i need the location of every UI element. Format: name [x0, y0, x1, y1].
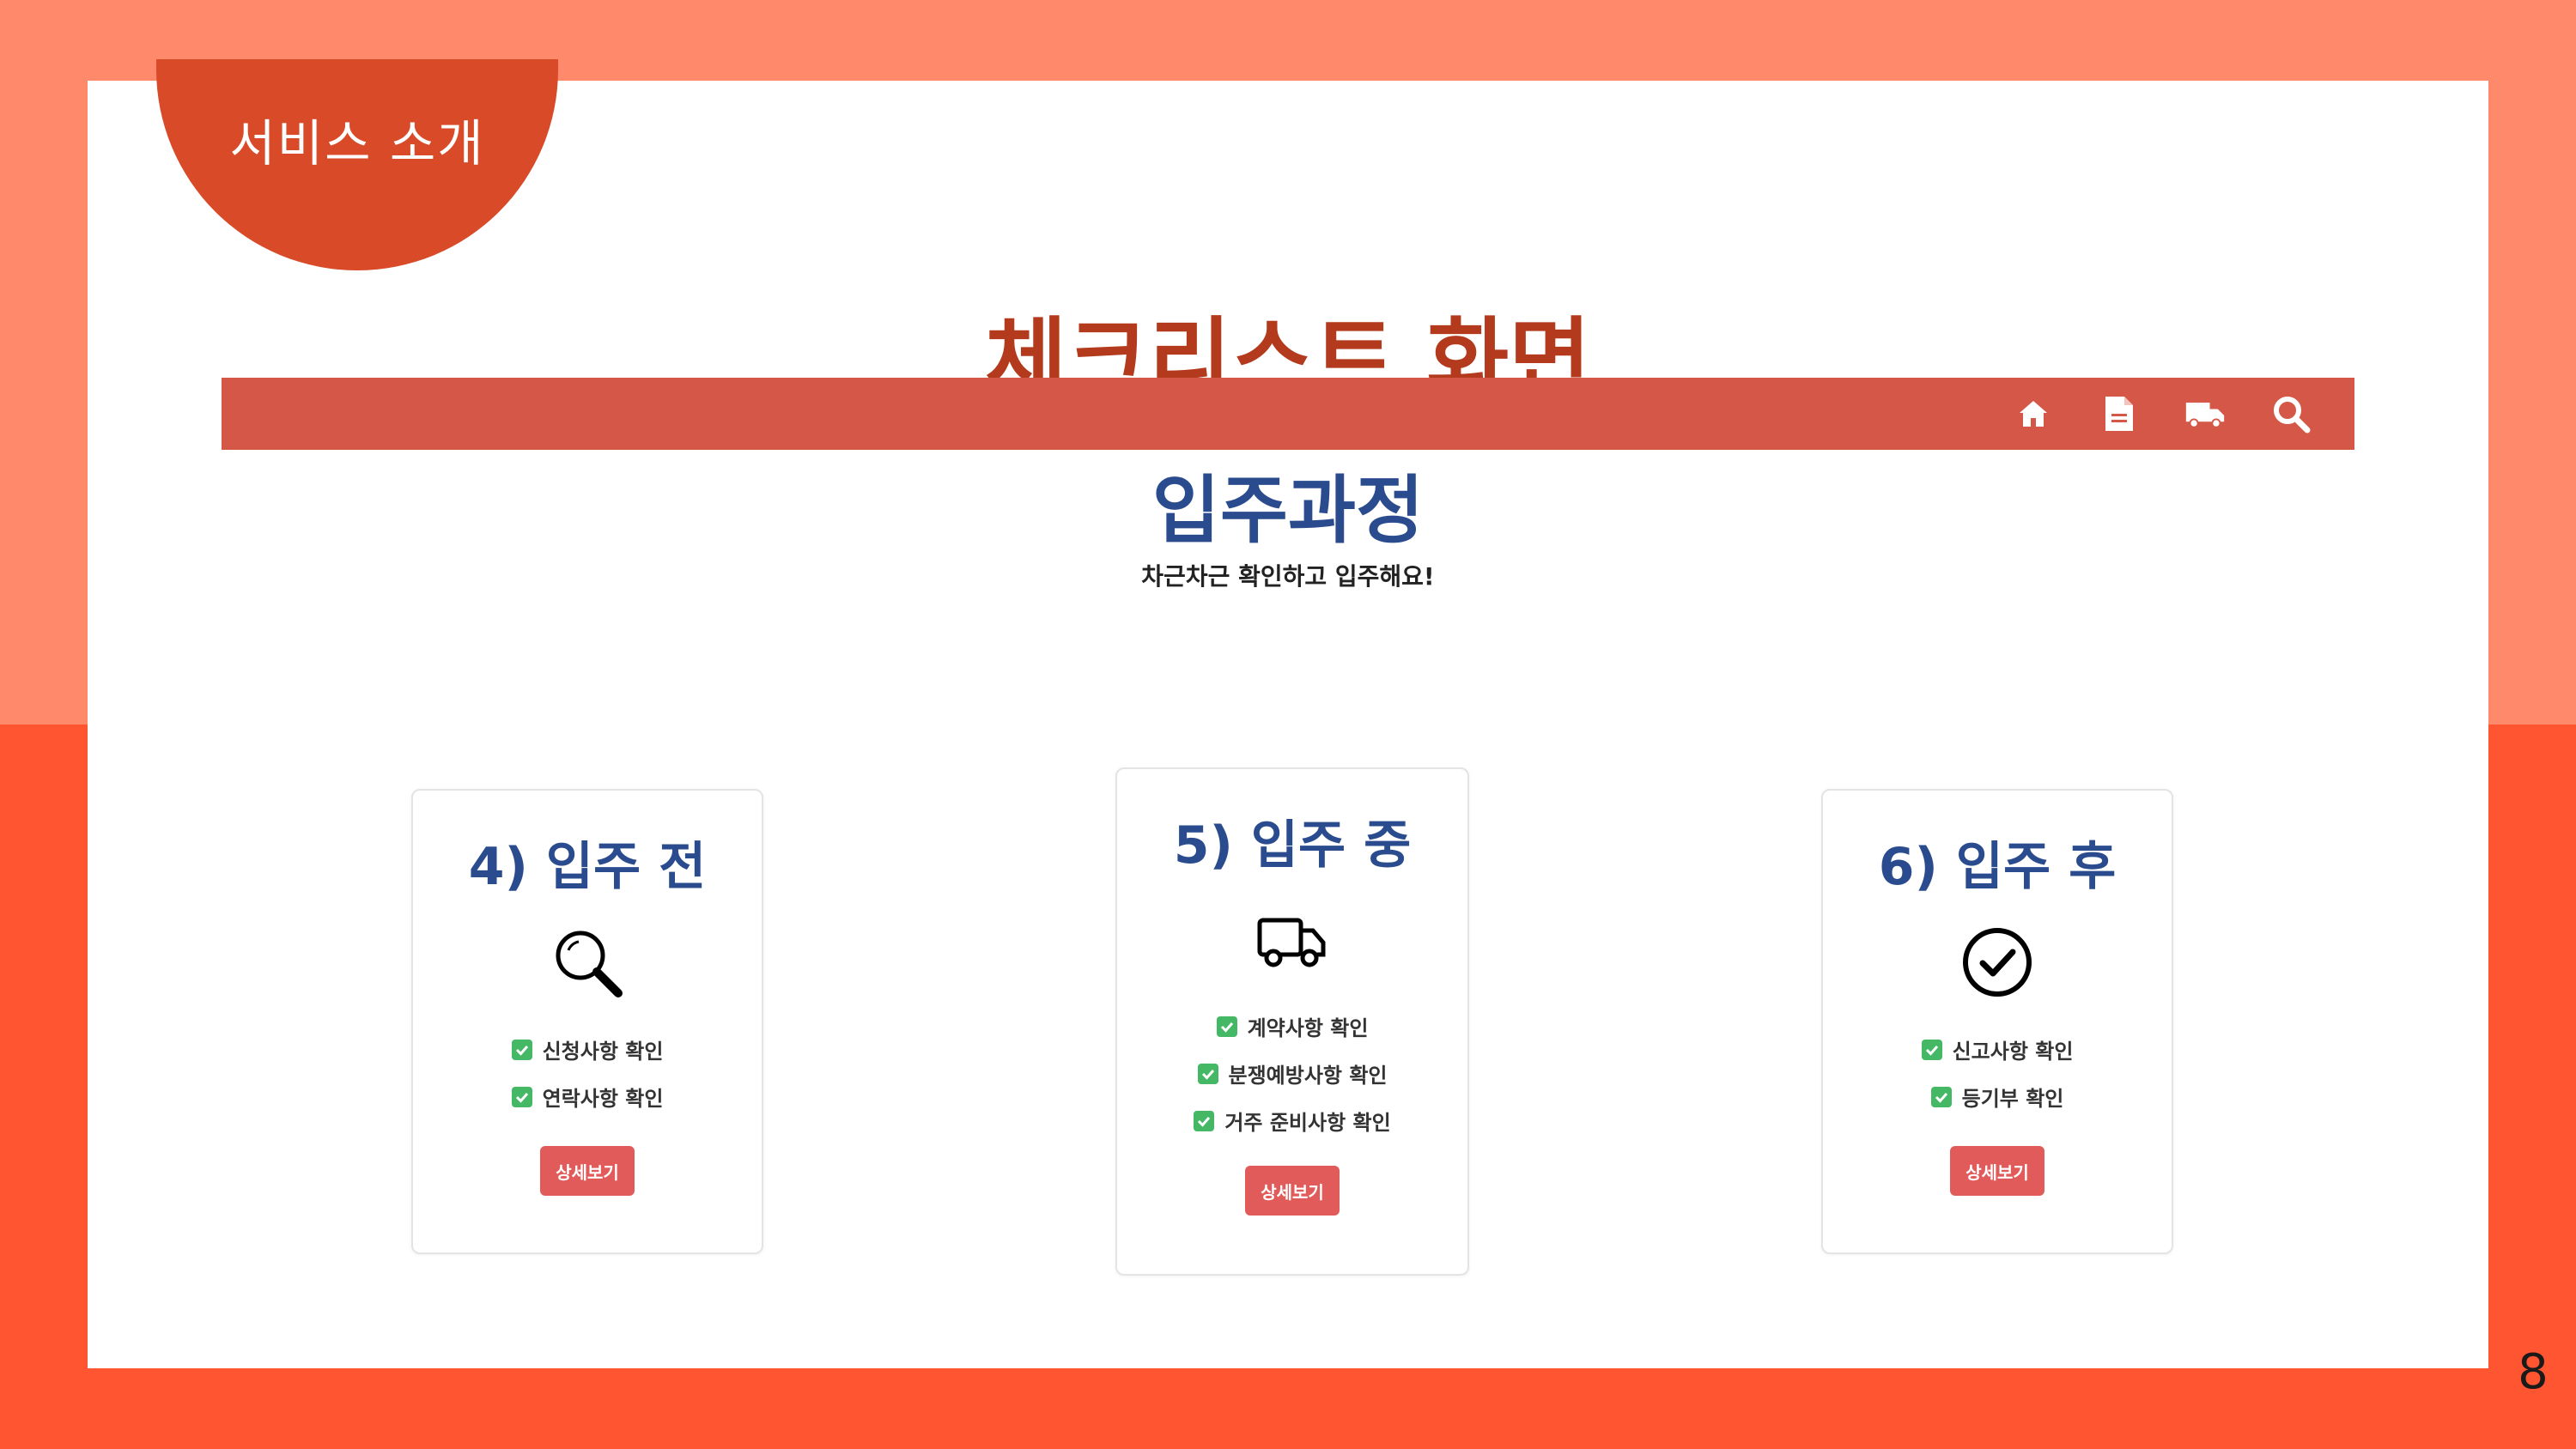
card-title: 5) 입주 중: [1173, 815, 1412, 876]
detail-button[interactable]: 상세보기: [540, 1146, 635, 1196]
checklist-item[interactable]: 신고사항 확인: [1921, 1034, 2074, 1064]
card-title: 6) 입주 후: [1878, 837, 2117, 897]
site-navbar: [222, 378, 2354, 450]
detail-button[interactable]: 상세보기: [1950, 1146, 2044, 1196]
checkbox-icon[interactable]: [1921, 1039, 1942, 1060]
checklist: 신청사항 확인 연락사항 확인: [413, 1034, 762, 1112]
checklist-item-label: 신청사항 확인: [542, 1040, 664, 1064]
checklist-card-during: 5) 입주 중 계약사항 확인 분쟁예방사항 확인 거주 준비사항 확인 상세보…: [1115, 767, 1469, 1276]
checklist-card-before: 4) 입주 전 신청사항 확인 연락사항 확인 상세보기: [411, 789, 763, 1254]
checkbox-icon[interactable]: [1194, 1110, 1215, 1131]
check-circle-icon: [1823, 926, 2172, 998]
home-icon[interactable]: [2013, 393, 2054, 434]
checklist-item[interactable]: 등기부 확인: [1930, 1082, 2064, 1112]
checklist-item-label: 신고사항 확인: [1952, 1040, 2074, 1064]
checklist-card-after: 6) 입주 후 신고사항 확인 등기부 확인 상세보기: [1821, 789, 2173, 1254]
checklist: 계약사항 확인 분쟁예방사항 확인 거주 준비사항 확인: [1117, 1011, 1467, 1136]
checklist: 신고사항 확인 등기부 확인: [1823, 1034, 2172, 1112]
checklist-item[interactable]: 분쟁예방사항 확인: [1197, 1058, 1388, 1088]
checkbox-icon[interactable]: [511, 1086, 532, 1107]
hero-title: 입주과정: [1151, 468, 1425, 554]
checklist-item-label: 거주 준비사항 확인: [1224, 1111, 1391, 1135]
navbar-icons: [2013, 378, 2312, 450]
detail-button[interactable]: 상세보기: [1245, 1166, 1340, 1216]
checklist-item[interactable]: 거주 준비사항 확인: [1194, 1106, 1391, 1136]
checkbox-icon[interactable]: [1216, 1016, 1237, 1037]
checklist-item[interactable]: 신청사항 확인: [511, 1034, 664, 1064]
card-title: 4) 입주 전: [468, 837, 707, 897]
truck-icon[interactable]: [2184, 393, 2226, 434]
truck-icon: [1117, 915, 1467, 970]
magnifier-icon: [413, 926, 762, 998]
checkbox-icon[interactable]: [1197, 1063, 1218, 1084]
checklist-item[interactable]: 연락사항 확인: [511, 1082, 664, 1112]
document-icon[interactable]: [2099, 393, 2140, 434]
checklist-item[interactable]: 계약사항 확인: [1216, 1011, 1369, 1041]
checklist-item-label: 연락사항 확인: [542, 1087, 664, 1111]
checklist-item-label: 분쟁예방사항 확인: [1228, 1064, 1388, 1088]
checkbox-icon[interactable]: [1930, 1086, 1952, 1107]
checkbox-icon[interactable]: [511, 1039, 532, 1060]
page-number: 8: [2518, 1344, 2549, 1400]
checklist-item-label: 등기부 확인: [1961, 1087, 2064, 1111]
section-badge-label: 서비스 소개: [229, 114, 485, 173]
hero-subtitle: 차근차근 확인하고 입주해요!: [1141, 562, 1435, 591]
search-icon[interactable]: [2270, 393, 2312, 434]
checklist-item-label: 계약사항 확인: [1247, 1016, 1369, 1040]
slide-panel: 체크리스트 화면 입주과정 차근차근 확인하고 입주해요! 4) 입주 전 신청…: [88, 81, 2488, 1368]
